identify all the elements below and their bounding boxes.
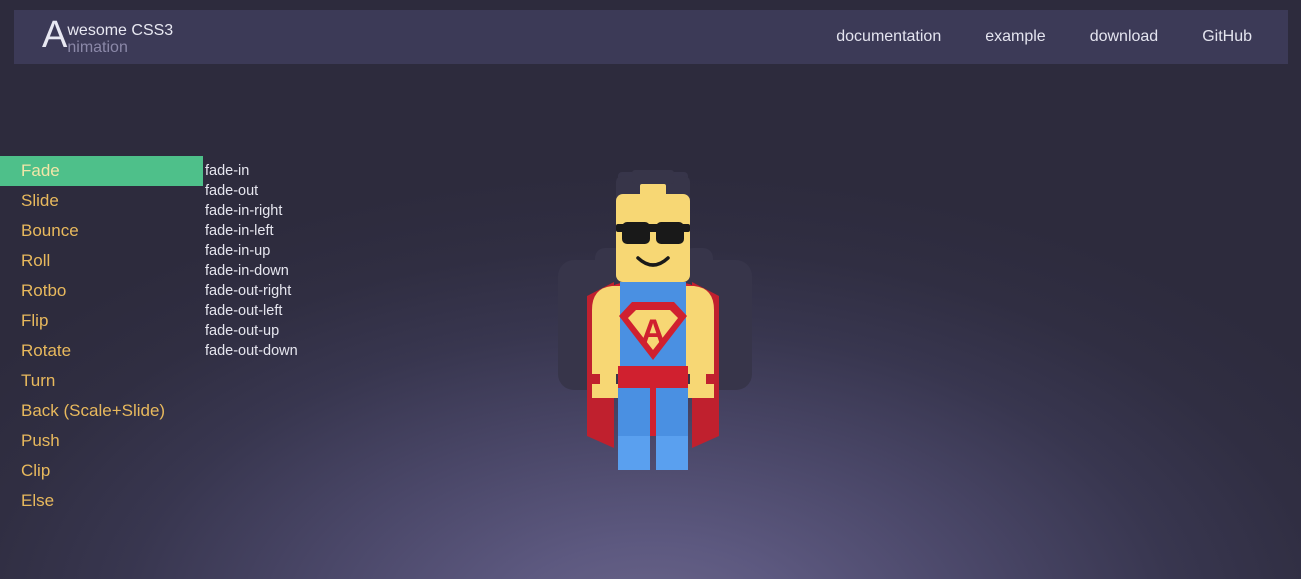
nav-example[interactable]: example bbox=[963, 10, 1067, 64]
animation-item-fade-out-right[interactable]: fade-out-right bbox=[205, 281, 535, 301]
sidebar-item-turn[interactable]: Turn bbox=[0, 366, 203, 396]
logo-line-2: nimation bbox=[67, 39, 128, 56]
animation-item-fade-in-left[interactable]: fade-in-left bbox=[205, 221, 535, 241]
animation-item-fade-in-right[interactable]: fade-in-right bbox=[205, 201, 535, 221]
nav-download[interactable]: download bbox=[1068, 10, 1181, 64]
logo-text: wesome CSS3 nimation bbox=[67, 18, 173, 56]
animation-item-fade-in-down[interactable]: fade-in-down bbox=[205, 261, 535, 281]
sidebar-item-else[interactable]: Else bbox=[0, 486, 203, 516]
animation-item-fade-out-down[interactable]: fade-out-down bbox=[205, 341, 535, 361]
animation-item-fade-out-left[interactable]: fade-out-left bbox=[205, 301, 535, 321]
sidebar-item-push[interactable]: Push bbox=[0, 426, 203, 456]
belt bbox=[618, 366, 688, 388]
sidebar-item-back[interactable]: Back (Scale+Slide) bbox=[0, 396, 203, 426]
sidebar-item-fade[interactable]: Fade bbox=[0, 156, 203, 186]
sidebar-item-clip[interactable]: Clip bbox=[0, 456, 203, 486]
animation-item-fade-in-up[interactable]: fade-in-up bbox=[205, 241, 535, 261]
emblem-letter: A bbox=[641, 313, 666, 351]
site-header: A wesome CSS3 nimation documentation exa… bbox=[14, 10, 1288, 64]
animation-item-fade-out[interactable]: fade-out bbox=[205, 181, 535, 201]
logo-line-1: wesome CSS3 bbox=[67, 22, 174, 39]
sidebar-item-rotbo[interactable]: Rotbo bbox=[0, 276, 203, 306]
nav-github[interactable]: GitHub bbox=[1180, 10, 1274, 64]
torso-top bbox=[620, 282, 686, 298]
sidebar-item-bounce[interactable]: Bounce bbox=[0, 216, 203, 246]
sidebar-item-rotate[interactable]: Rotate bbox=[0, 336, 203, 366]
main-panel: Fade Slide Bounce Roll Rotbo Flip Rotate… bbox=[0, 156, 1301, 579]
logo[interactable]: A wesome CSS3 nimation bbox=[42, 14, 173, 56]
legs bbox=[618, 388, 688, 470]
lego-superhero-figure: A bbox=[558, 170, 752, 470]
animation-item-fade-in[interactable]: fade-in bbox=[205, 161, 535, 181]
nav-documentation[interactable]: documentation bbox=[814, 10, 963, 64]
category-menu: Fade Slide Bounce Roll Rotbo Flip Rotate… bbox=[0, 156, 203, 516]
main-navigation: documentation example download GitHub bbox=[814, 10, 1288, 64]
logo-initial: A bbox=[42, 14, 67, 56]
sidebar-item-slide[interactable]: Slide bbox=[0, 186, 203, 216]
animation-list: fade-in fade-out fade-in-right fade-in-l… bbox=[205, 161, 535, 361]
sidebar-item-flip[interactable]: Flip bbox=[0, 306, 203, 336]
sidebar-item-roll[interactable]: Roll bbox=[0, 246, 203, 276]
animation-item-fade-out-up[interactable]: fade-out-up bbox=[205, 321, 535, 341]
animation-preview-stage: A bbox=[540, 170, 770, 470]
